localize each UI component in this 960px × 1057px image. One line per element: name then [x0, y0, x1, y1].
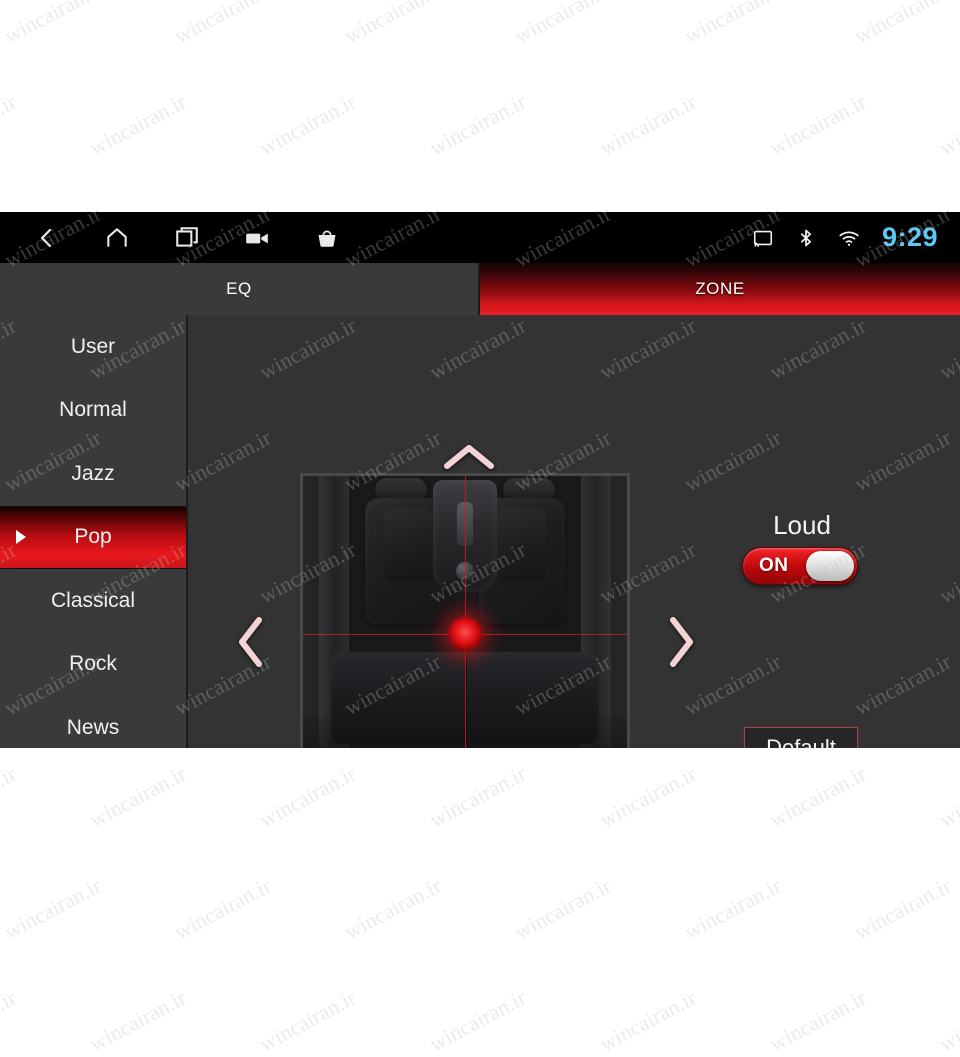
watermark-text: wincairan.ir	[595, 760, 701, 833]
sound-focus-point[interactable]	[448, 617, 482, 651]
crosshair-vertical	[465, 476, 466, 748]
watermark-text: wincairan.ir	[425, 984, 531, 1057]
watermark-text: wincairan.ir	[340, 0, 446, 49]
sidebar-item-pop[interactable]: Pop	[0, 505, 186, 569]
sidebar-item-label: Classical	[50, 588, 136, 612]
watermark-text: wincairan.ir	[425, 760, 531, 833]
back-icon[interactable]	[30, 221, 64, 255]
watermark-text: wincairan.ir	[170, 872, 276, 945]
watermark-text: wincairan.ir	[595, 88, 701, 161]
zone-content-area: User Normal Jazz Pop Classical Rock News…	[0, 315, 960, 748]
watermark-text: wincairan.ir	[85, 760, 191, 833]
watermark-text: wincairan.ir	[680, 0, 786, 49]
sidebar-item-label: Pop	[74, 525, 112, 549]
cast-icon	[750, 225, 776, 251]
watermark-text: wincairan.ir	[85, 88, 191, 161]
default-button[interactable]: Default	[744, 727, 858, 748]
sidebar-item-rock[interactable]: Rock	[0, 633, 186, 697]
sidebar-item-news[interactable]: News	[0, 696, 186, 748]
navigation-buttons	[30, 212, 344, 263]
eq-preset-sidebar: User Normal Jazz Pop Classical Rock News	[0, 315, 188, 748]
watermark-text: wincairan.ir	[0, 0, 106, 49]
chevron-up-icon[interactable]	[438, 437, 500, 477]
sidebar-item-label: News	[66, 715, 120, 739]
watermark-text: wincairan.ir	[340, 872, 446, 945]
chevron-right-icon[interactable]	[658, 611, 704, 673]
tab-eq[interactable]: EQ	[0, 263, 480, 315]
sidebar-item-user[interactable]: User	[0, 315, 186, 379]
watermark-text: wincairan.ir	[510, 872, 616, 945]
watermark-text: wincairan.ir	[680, 872, 786, 945]
watermark-text: wincairan.ir	[850, 0, 956, 49]
watermark-text: wincairan.ir	[765, 984, 871, 1057]
selection-marker-icon	[16, 530, 26, 545]
wifi-icon	[836, 225, 862, 251]
car-seat-zone-pad[interactable]	[300, 473, 630, 748]
watermark-text: wincairan.ir	[255, 760, 361, 833]
watermark-text: wincairan.ir	[935, 984, 960, 1057]
watermark-text: wincairan.ir	[425, 88, 531, 161]
watermark-text: wincairan.ir	[765, 88, 871, 161]
status-clock: 9:29	[881, 222, 938, 252]
head-unit-screen: 9:29 EQ ZONE User Normal Jazz Pop Classi…	[0, 212, 960, 748]
home-icon[interactable]	[100, 221, 134, 255]
sidebar-item-label: Rock	[69, 652, 117, 676]
toggle-knob	[806, 551, 854, 581]
watermark-text: wincairan.ir	[850, 872, 956, 945]
chevron-left-icon[interactable]	[228, 611, 274, 673]
watermark-text: wincairan.ir	[85, 984, 191, 1057]
sidebar-item-label: User	[70, 334, 116, 358]
watermark-text: wincairan.ir	[255, 984, 361, 1057]
loud-toggle[interactable]: ON	[742, 547, 858, 585]
sidebar-item-normal[interactable]: Normal	[0, 379, 186, 443]
sidebar-item-classical[interactable]: Classical	[0, 569, 186, 633]
tab-zone[interactable]: ZONE	[480, 263, 960, 315]
watermark-text: wincairan.ir	[255, 88, 361, 161]
sidebar-item-label: Jazz	[71, 461, 115, 485]
loud-toggle-state: ON	[759, 555, 789, 576]
watermark-text: wincairan.ir	[0, 984, 21, 1057]
watermark-text: wincairan.ir	[0, 760, 21, 833]
bluetooth-icon	[793, 225, 819, 251]
watermark-text: wincairan.ir	[595, 984, 701, 1057]
sidebar-item-label: Normal	[59, 398, 127, 422]
tab-bar: EQ ZONE	[0, 263, 960, 315]
android-status-bar: 9:29	[0, 212, 960, 263]
recents-icon[interactable]	[170, 221, 204, 255]
watermark-text: wincairan.ir	[510, 0, 616, 49]
watermark-text: wincairan.ir	[170, 0, 276, 49]
video-icon[interactable]	[240, 221, 274, 255]
watermark-text: wincairan.ir	[935, 88, 960, 161]
watermark-text: wincairan.ir	[935, 760, 960, 833]
loud-label: Loud	[773, 510, 831, 540]
bag-icon[interactable]	[310, 221, 344, 255]
sidebar-item-jazz[interactable]: Jazz	[0, 442, 186, 506]
system-status-icons: 9:29	[750, 212, 938, 263]
watermark-text: wincairan.ir	[0, 88, 21, 161]
watermark-text: wincairan.ir	[765, 760, 871, 833]
watermark-text: wincairan.ir	[0, 872, 106, 945]
